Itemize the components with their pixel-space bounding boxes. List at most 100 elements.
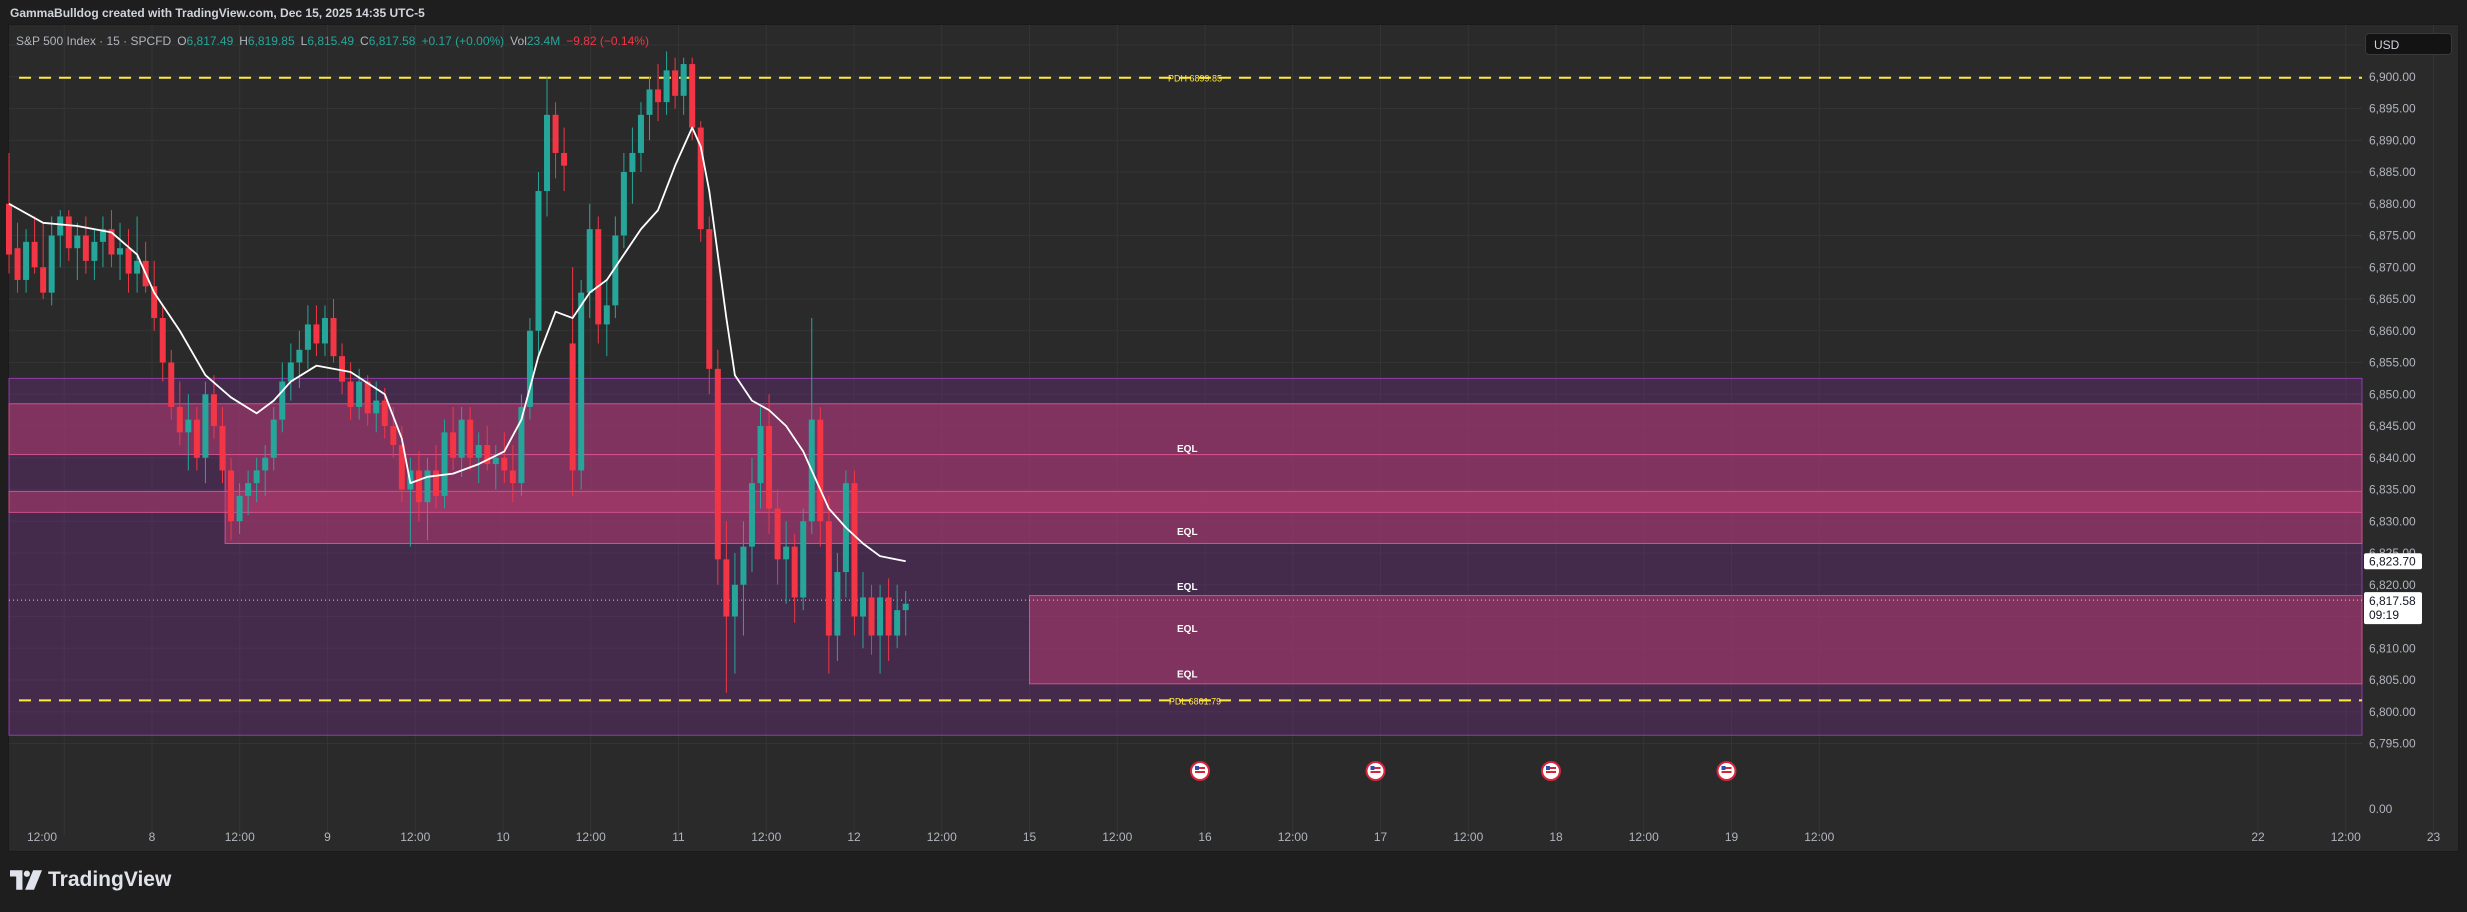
candle-body [646,89,653,115]
flag-stripe [1546,771,1556,773]
candle-body [757,426,764,484]
candle [595,216,602,344]
candle-body [723,559,730,617]
candle-body [210,394,217,426]
candle [23,229,30,293]
price-chart[interactable]: PDH 6899.85 PDL 6801.79 EQL EQL EQL EQL EQL 6,9… [0,0,2467,912]
candle [441,419,448,509]
candle-body [748,483,755,547]
candle-body [381,400,388,426]
candle-body [424,470,431,503]
candle [304,305,311,369]
price-tick-label: 0.00 [2369,802,2393,816]
candle-body [740,546,747,585]
candle-body [91,241,98,261]
candle-body [620,172,627,236]
candle [330,299,337,363]
change-value: +0.17 (+0.00%) [421,34,505,48]
candle-body [287,362,294,382]
price-axis: 6,905.006,900.006,895.006,890.006,885.00… [2364,38,2422,816]
time-tick-label: 12:00 [1629,830,1659,844]
candle-body [791,546,798,598]
candle-body [492,457,499,465]
candle-body [117,248,124,255]
candle-body [236,495,243,522]
candle [578,279,585,490]
candle [125,229,132,293]
tradingview-branding[interactable]: TradingView [10,868,171,892]
candle-body [467,419,474,458]
symbol-title[interactable]: S&P 500 Index · 15 · SPCFD [16,34,171,48]
flag-canton [1721,766,1726,770]
price-tick-label: 6,845.00 [2369,419,2416,433]
candle [6,152,12,274]
flag-stripe [1370,771,1381,773]
candle-body [40,267,47,293]
close-label: C [360,34,369,48]
price-tick-label: 6,885.00 [2369,165,2416,179]
price-tick-label: 6,830.00 [2369,514,2416,528]
eql-label: EQL [1177,670,1198,681]
candle-body [458,419,465,458]
candle-body [655,89,662,103]
candle [629,127,636,204]
candle [99,216,106,268]
candle-body [415,470,422,503]
candle-body [552,114,559,153]
time-tick-label: 15 [1023,830,1037,844]
candle-body [356,381,363,407]
open-value: 6,817.49 [186,34,234,48]
time-tick-label: 10 [496,830,510,844]
level-label: PDH 6899.85 [1168,74,1222,84]
price-tick-label: 6,805.00 [2369,673,2416,687]
candle [697,121,704,242]
candle [672,57,679,109]
time-tick-label: 18 [1549,830,1563,844]
flag-canton [1546,766,1550,770]
price-tick-label: 6,900.00 [2369,70,2416,84]
candle-body [663,70,670,103]
candle [31,216,38,274]
candle [561,127,568,192]
candle-body [253,470,260,484]
candle-body [168,362,175,407]
candle-body [860,597,866,617]
zone-boxes [8,377,2363,736]
vwap-price-value: 6,823.70 [2369,554,2416,568]
candle-body [228,470,235,522]
time-tick-label: 12:00 [1453,830,1483,844]
candle [159,305,166,382]
currency-button[interactable]: USD [2365,33,2452,55]
price-tick-label: 6,890.00 [2369,133,2416,147]
candle-body [296,349,303,363]
time-tick-label: 12:00 [2331,830,2361,844]
candle [74,222,81,280]
candle [637,102,644,172]
flag-stripe [1721,771,1732,773]
zone-box-pink [1029,595,2363,685]
candle-body [595,229,602,325]
candle-body [868,597,875,636]
candle-body [877,597,884,636]
tradingview-wordmark: TradingView [48,868,172,891]
candle-body [706,229,713,369]
candle-body [509,470,516,484]
candle [569,267,576,496]
candle [535,172,542,357]
time-tick-label: 8 [149,830,156,844]
time-tick-label: 16 [1198,830,1212,844]
candle [14,222,21,293]
price-tick-label: 6,860.00 [2369,324,2416,338]
current-price-value: 6,817.58 [2369,594,2416,608]
candle [48,216,55,306]
volume-value: 23.4M [526,34,561,48]
candle [313,305,320,357]
candle-body [851,483,858,617]
candle-body [185,419,192,433]
candle-body [279,381,286,420]
candle-body [57,216,64,236]
time-tick-label: 12:00 [576,830,606,844]
time-axis: 12:00 8 12:00 9 12:00 10 12:00 11 12:00 12 12:00 15… [27,830,2441,844]
candle-body [82,235,89,261]
candle-body [501,457,508,471]
